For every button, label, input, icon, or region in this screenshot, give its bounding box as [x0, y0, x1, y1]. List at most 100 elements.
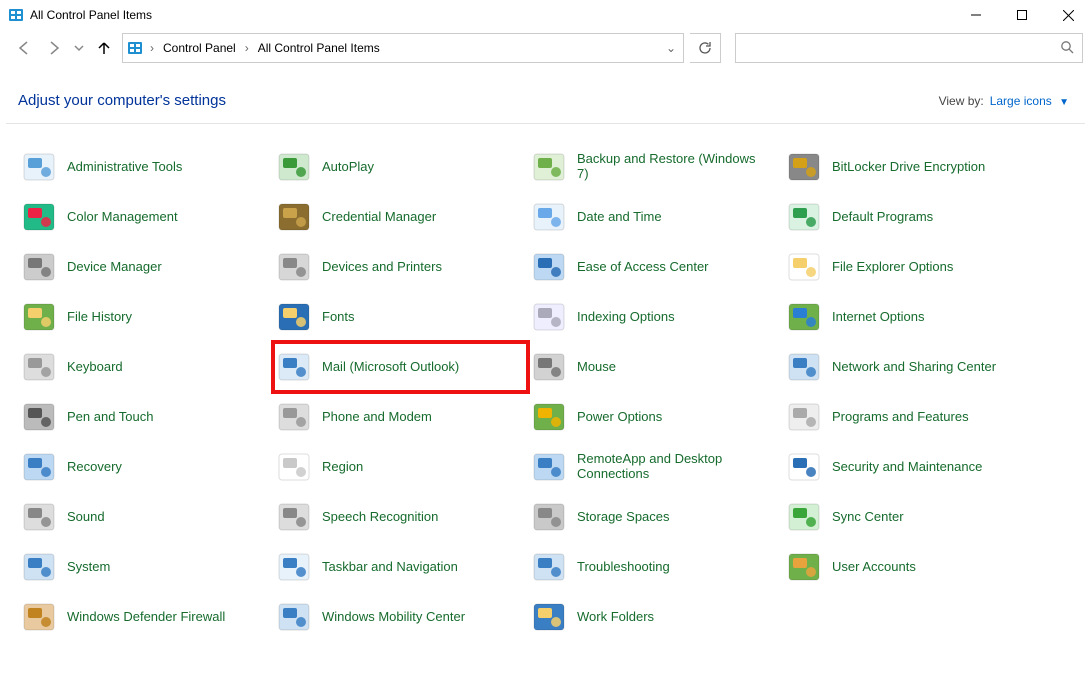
maximize-button[interactable] [999, 0, 1045, 30]
control-panel-icon [127, 40, 143, 56]
recovery-icon [22, 450, 56, 484]
cp-item-label: BitLocker Drive Encryption [832, 160, 985, 175]
cp-item-label: Windows Defender Firewall [67, 610, 225, 625]
cp-item-label: Speech Recognition [322, 510, 438, 525]
programs-and-features-icon [787, 400, 821, 434]
cp-item-programs-and-features[interactable]: Programs and Features [783, 392, 1038, 442]
cp-item-label: Storage Spaces [577, 510, 670, 525]
cp-item-storage-spaces[interactable]: Storage Spaces [528, 492, 783, 542]
cp-item-mail[interactable]: Mail (Microsoft Outlook) [273, 342, 528, 392]
cp-item-credential-manager[interactable]: Credential Manager [273, 192, 528, 242]
cp-item-network-sharing[interactable]: Network and Sharing Center [783, 342, 1038, 392]
credential-manager-icon [277, 200, 311, 234]
cp-item-date-and-time[interactable]: Date and Time [528, 192, 783, 242]
cp-item-label: Region [322, 460, 363, 475]
cp-item-label: File History [67, 310, 132, 325]
cp-item-indexing-options[interactable]: Indexing Options [528, 292, 783, 342]
chevron-right-icon[interactable]: › [147, 41, 157, 55]
cp-item-device-manager[interactable]: Device Manager [18, 242, 273, 292]
cp-item-label: Devices and Printers [322, 260, 442, 275]
close-button[interactable] [1045, 0, 1091, 30]
date-and-time-icon [532, 200, 566, 234]
cp-item-backup-and-restore[interactable]: Backup and Restore (Windows 7) [528, 142, 783, 192]
cp-item-internet-options[interactable]: Internet Options [783, 292, 1038, 342]
heading-row: Adjust your computer's settings View by:… [0, 66, 1091, 123]
cp-item-devices-and-printers[interactable]: Devices and Printers [273, 242, 528, 292]
cp-item-administrative-tools[interactable]: Administrative Tools [18, 142, 273, 192]
cp-item-label: Credential Manager [322, 210, 436, 225]
view-by-value: Large icons [990, 94, 1052, 108]
internet-options-icon [787, 300, 821, 334]
forward-button[interactable] [42, 36, 66, 60]
up-button[interactable] [92, 36, 116, 60]
cp-item-fonts[interactable]: Fonts [273, 292, 528, 342]
cp-item-system[interactable]: System [18, 542, 273, 592]
cp-item-label: Sync Center [832, 510, 904, 525]
cp-item-bitlocker[interactable]: BitLocker Drive Encryption [783, 142, 1038, 192]
breadcrumb-current[interactable]: All Control Panel Items [256, 41, 382, 55]
cp-item-label: System [67, 560, 110, 575]
cp-item-troubleshooting[interactable]: Troubleshooting [528, 542, 783, 592]
cp-item-phone-and-modem[interactable]: Phone and Modem [273, 392, 528, 442]
breadcrumb-root[interactable]: Control Panel [161, 41, 238, 55]
cp-item-region[interactable]: Region [273, 442, 528, 492]
view-by-dropdown[interactable]: Large icons ▼ [990, 94, 1069, 108]
back-button[interactable] [12, 36, 36, 60]
cp-item-label: RemoteApp and Desktop Connections [577, 452, 767, 482]
address-dropdown-icon[interactable]: ⌄ [663, 41, 679, 55]
cp-item-label: Work Folders [577, 610, 654, 625]
cp-item-default-programs[interactable]: Default Programs [783, 192, 1038, 242]
security-maintenance-icon [787, 450, 821, 484]
cp-item-autoplay[interactable]: AutoPlay [273, 142, 528, 192]
cp-item-label: Default Programs [832, 210, 933, 225]
work-folders-icon [532, 600, 566, 634]
search-input[interactable] [735, 33, 1083, 63]
cp-item-work-folders[interactable]: Work Folders [528, 592, 783, 642]
cp-item-recovery[interactable]: Recovery [18, 442, 273, 492]
system-icon [22, 550, 56, 584]
remoteapp-icon [532, 450, 566, 484]
minimize-button[interactable] [953, 0, 999, 30]
chevron-right-icon[interactable]: › [242, 41, 252, 55]
cp-item-label: Device Manager [67, 260, 162, 275]
cp-item-mouse[interactable]: Mouse [528, 342, 783, 392]
cp-item-keyboard[interactable]: Keyboard [18, 342, 273, 392]
file-explorer-options-icon [787, 250, 821, 284]
sound-icon [22, 500, 56, 534]
user-accounts-icon [787, 550, 821, 584]
cp-item-label: Phone and Modem [322, 410, 432, 425]
cp-item-sync-center[interactable]: Sync Center [783, 492, 1038, 542]
region-icon [277, 450, 311, 484]
sync-center-icon [787, 500, 821, 534]
cp-item-power-options[interactable]: Power Options [528, 392, 783, 442]
cp-item-label: Ease of Access Center [577, 260, 709, 275]
cp-item-ease-of-access[interactable]: Ease of Access Center [528, 242, 783, 292]
pen-and-touch-icon [22, 400, 56, 434]
cp-item-defender-firewall[interactable]: Windows Defender Firewall [18, 592, 273, 642]
refresh-button[interactable] [690, 33, 721, 63]
cp-item-taskbar[interactable]: Taskbar and Navigation [273, 542, 528, 592]
cp-item-file-history[interactable]: File History [18, 292, 273, 342]
backup-and-restore-icon [532, 150, 566, 184]
cp-item-label: Administrative Tools [67, 160, 182, 175]
cp-item-mobility-center[interactable]: Windows Mobility Center [273, 592, 528, 642]
cp-item-speech-recognition[interactable]: Speech Recognition [273, 492, 528, 542]
address-bar[interactable]: › Control Panel › All Control Panel Item… [122, 33, 684, 63]
cp-item-file-explorer-options[interactable]: File Explorer Options [783, 242, 1038, 292]
power-options-icon [532, 400, 566, 434]
mail-icon [277, 350, 311, 384]
cp-item-label: Taskbar and Navigation [322, 560, 458, 575]
cp-item-pen-and-touch[interactable]: Pen and Touch [18, 392, 273, 442]
cp-item-color-management[interactable]: Color Management [18, 192, 273, 242]
cp-item-label: Security and Maintenance [832, 460, 982, 475]
recent-locations-button[interactable] [72, 36, 86, 60]
speech-recognition-icon [277, 500, 311, 534]
network-sharing-icon [787, 350, 821, 384]
cp-item-sound[interactable]: Sound [18, 492, 273, 542]
cp-item-security-maintenance[interactable]: Security and Maintenance [783, 442, 1038, 492]
cp-item-label: Pen and Touch [67, 410, 154, 425]
cp-item-label: Indexing Options [577, 310, 675, 325]
view-by-label: View by: [939, 94, 984, 108]
cp-item-user-accounts[interactable]: User Accounts [783, 542, 1038, 592]
cp-item-remoteapp[interactable]: RemoteApp and Desktop Connections [528, 442, 783, 492]
